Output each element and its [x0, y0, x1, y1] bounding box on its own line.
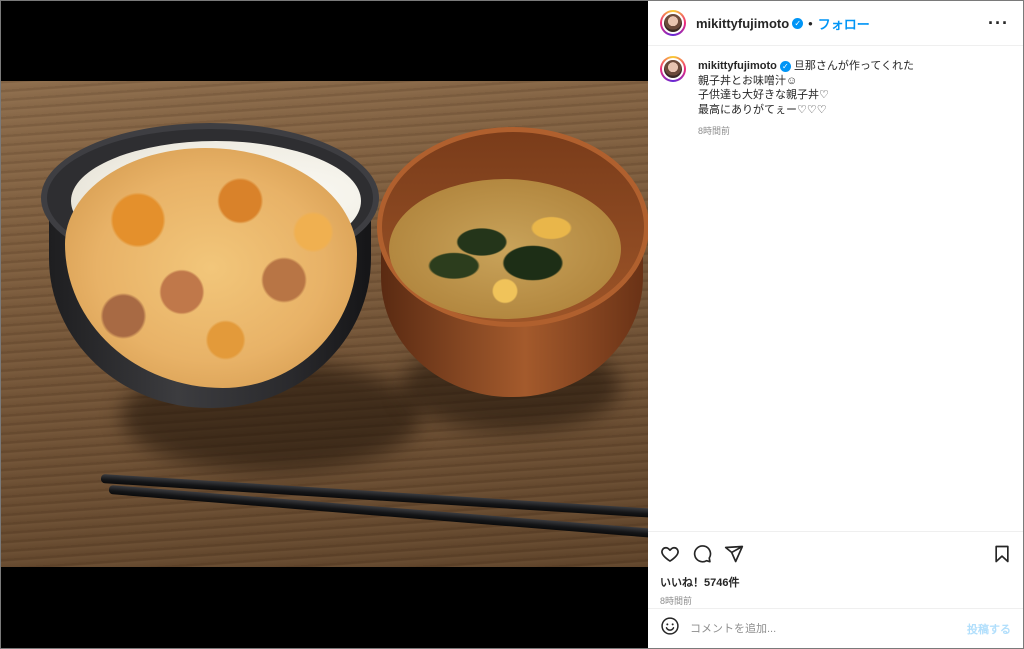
post-media[interactable]: [1, 1, 648, 648]
caption-line: 旦那さんが作ってくれた: [793, 60, 915, 72]
comment-bar: 投稿する: [648, 608, 1023, 648]
bookmark-icon[interactable]: [993, 544, 1011, 564]
comment-icon[interactable]: [692, 544, 712, 564]
post-side-panel: mikittyfujimoto ✓ • フォロー ··· mikittyfuji…: [648, 1, 1023, 648]
caption-line: 最高にありがてぇー♡♡♡: [698, 103, 827, 116]
caption-username[interactable]: mikittyfujimoto: [698, 60, 777, 72]
action-bar: いいね！5746件 8時間前: [648, 531, 1023, 607]
avatar-image: [662, 12, 684, 34]
author-username[interactable]: mikittyfujimoto: [696, 16, 789, 31]
post-photo[interactable]: [1, 81, 648, 567]
caption-avatar-image: [662, 58, 684, 80]
action-icons: [660, 542, 1011, 566]
post-header: mikittyfujimoto ✓ • フォロー ···: [648, 1, 1023, 46]
like-count[interactable]: いいね！5746件: [660, 574, 1011, 590]
share-icon[interactable]: [724, 544, 744, 564]
caption-avatar[interactable]: [660, 56, 686, 82]
miso-soup: [389, 179, 621, 319]
post-timestamp[interactable]: 8時間前: [660, 594, 1011, 607]
more-options-icon[interactable]: ···: [988, 13, 1009, 34]
caption-line: 子供達も大好きな親子丼♡: [698, 89, 829, 101]
miso-soup-bowl: [377, 127, 648, 397]
follow-button[interactable]: フォロー: [818, 14, 870, 33]
caption-text: mikittyfujimoto ✓ 旦那さんが作ってくれた 親子丼とお味噌汁☺ 子…: [698, 56, 914, 139]
emoji-icon[interactable]: [660, 616, 680, 641]
comment-input[interactable]: [690, 622, 967, 635]
heart-icon[interactable]: [660, 544, 680, 564]
post-comment-button[interactable]: 投稿する: [967, 621, 1011, 637]
avatar[interactable]: [660, 10, 686, 36]
caption-timestamp: 8時間前: [698, 126, 731, 136]
caption-first-line: mikittyfujimoto ✓ 旦那さんが作ってくれた: [698, 59, 914, 74]
caption-line: 親子丼とお味噌汁☺: [698, 74, 798, 87]
oyakodon-bowl: [41, 123, 381, 423]
caption: mikittyfujimoto ✓ 旦那さんが作ってくれた 親子丼とお味噌汁☺ 子…: [660, 56, 1010, 139]
caption-verified-icon: ✓: [779, 61, 791, 72]
separator-dot: •: [808, 15, 813, 31]
verified-icon: ✓: [792, 17, 804, 29]
